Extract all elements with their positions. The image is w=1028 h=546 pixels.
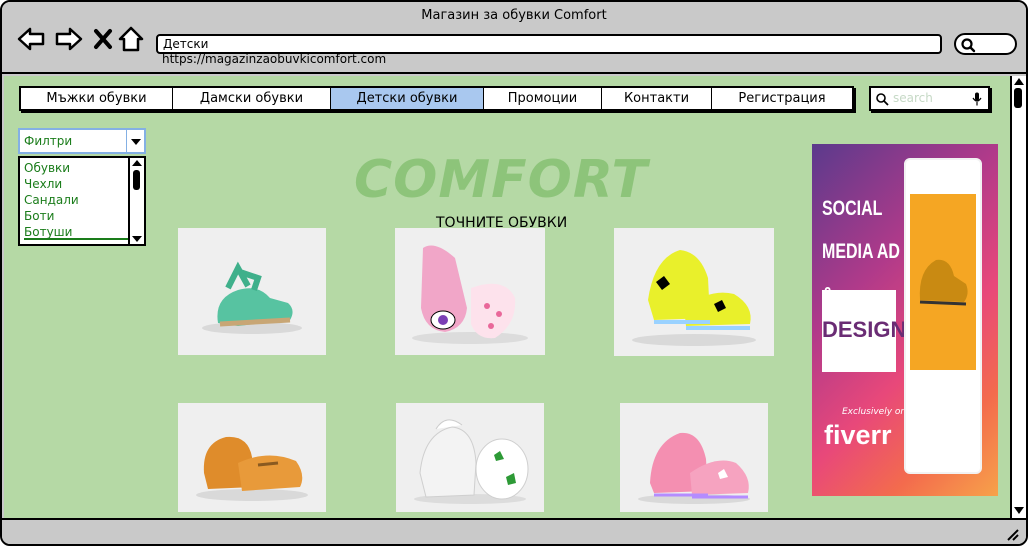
ad-exclusive-text: Exclusively on	[842, 407, 907, 417]
scroll-thumb[interactable]	[1014, 88, 1022, 108]
product-image-green-sandal[interactable]	[178, 228, 326, 355]
scroll-down-icon[interactable]	[132, 236, 142, 242]
address-bar[interactable]: Детски	[156, 34, 942, 54]
page-scrollbar[interactable]	[1010, 76, 1026, 518]
menu-item-promotions[interactable]: Промоции	[484, 88, 602, 109]
browser-window: Магазин за обувки Comfort Детски https:/…	[0, 0, 1028, 546]
window-title: Магазин за обувки Comfort	[421, 8, 607, 23]
menu-item-women[interactable]: Дамски обувки	[173, 88, 331, 109]
filter-option[interactable]: Сандали	[24, 192, 79, 208]
scroll-thumb[interactable]	[133, 170, 140, 190]
menu-item-men[interactable]: Мъжки обувки	[21, 88, 173, 109]
filter-listbox: Обувки Чехли Сандали Боти Ботуши	[18, 156, 146, 246]
search-placeholder: search	[893, 91, 933, 105]
resize-grip-icon[interactable]	[1006, 528, 1020, 542]
product-image-pink-light-sneaker[interactable]	[620, 403, 768, 512]
menu-item-register[interactable]: Регистрация	[712, 88, 852, 109]
close-icon[interactable]	[88, 24, 118, 54]
filter-option[interactable]: Боти	[24, 208, 79, 224]
browser-search[interactable]	[954, 33, 1017, 55]
scroll-down-icon[interactable]	[1014, 507, 1024, 514]
product-image-white-shoe[interactable]	[396, 403, 544, 512]
product-image-tan-moccasin[interactable]	[178, 403, 326, 512]
filter-selected: Филтри	[24, 134, 73, 148]
brand-logo-text: COMFORT	[354, 150, 649, 210]
status-bar	[2, 518, 1026, 544]
filter-scrollbar[interactable]	[128, 158, 144, 244]
shoe-icon	[919, 259, 968, 306]
filter-option[interactable]: Чехли	[24, 176, 79, 192]
back-icon[interactable]	[16, 24, 46, 54]
site-search[interactable]: search	[869, 86, 990, 111]
page-viewport: Мъжки обувки Дамски обувки Детски обувки…	[4, 76, 1010, 518]
menu-item-contacts[interactable]: Контакти	[602, 88, 712, 109]
scroll-up-icon[interactable]	[132, 160, 142, 166]
scroll-up-icon[interactable]	[1014, 78, 1024, 85]
search-icon	[961, 38, 976, 53]
chevron-down-icon[interactable]	[126, 130, 144, 152]
main-menu: Мъжки обувки Дамски обувки Детски обувки…	[19, 86, 854, 111]
microphone-icon[interactable]	[972, 92, 982, 106]
filter-option[interactable]: Обувки	[24, 160, 79, 176]
menu-item-kids[interactable]: Детски обувки	[331, 88, 484, 109]
title-bar: Магазин за обувки Comfort Детски https:/…	[2, 2, 1026, 74]
ad-banner[interactable]: SOCIAL MEDIA AD & BANNER DESIGN Exclusiv…	[812, 144, 998, 496]
product-image-yellow-sneaker[interactable]	[614, 228, 774, 356]
forward-icon[interactable]	[54, 24, 84, 54]
product-image-pink-sneaker[interactable]	[395, 228, 545, 355]
page-url: https://magazinzaobuvkicomfort.com	[162, 52, 387, 66]
filter-dropdown[interactable]: Филтри	[18, 128, 146, 154]
search-icon	[876, 93, 889, 106]
ad-design-label: DESIGN	[822, 290, 906, 372]
ad-phone-mockup	[904, 158, 982, 474]
home-icon[interactable]	[116, 24, 146, 54]
fiverr-logo: fiverr	[824, 420, 892, 450]
list-divider	[24, 238, 130, 240]
